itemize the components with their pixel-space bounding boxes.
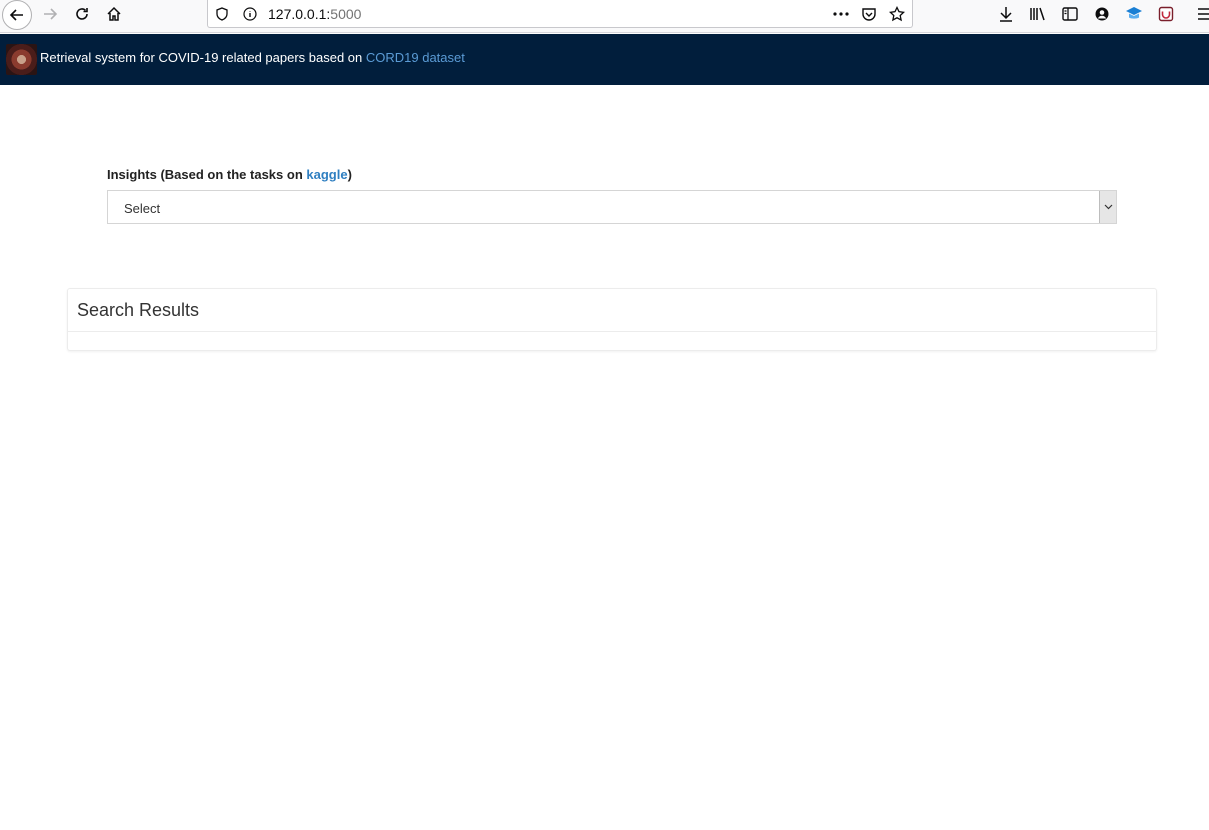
back-icon xyxy=(9,9,23,21)
app-header: Retrieval system for COVID-19 related pa… xyxy=(0,34,1209,85)
forward-button[interactable] xyxy=(36,0,64,28)
menu-icon[interactable] xyxy=(1194,4,1209,24)
divider xyxy=(68,331,1156,332)
sidebar-icon[interactable] xyxy=(1060,4,1080,24)
reload-button[interactable] xyxy=(68,0,96,28)
more-icon[interactable] xyxy=(833,6,849,22)
coronavirus-logo-icon xyxy=(6,44,37,75)
extension-icon[interactable] xyxy=(1124,4,1144,24)
url-port: 5000 xyxy=(330,6,362,22)
account-icon[interactable] xyxy=(1092,4,1112,24)
url-host: 127.0.0.1: xyxy=(268,6,331,22)
browser-toolbar: 127.0.0.1:5000 xyxy=(0,0,1209,33)
forward-icon xyxy=(44,8,58,20)
search-results-card: Search Results xyxy=(67,288,1157,351)
shield-icon[interactable] xyxy=(214,6,230,22)
insights-select[interactable]: Select xyxy=(107,190,1117,224)
home-icon xyxy=(107,6,121,21)
insights-label-text: Insights (Based on the tasks on xyxy=(107,167,307,182)
insights-label-suffix: ) xyxy=(347,167,352,182)
pocket-icon[interactable] xyxy=(861,6,877,22)
search-results-title: Search Results xyxy=(77,300,200,320)
url-bar[interactable]: 127.0.0.1:5000 xyxy=(207,0,913,28)
library-icon[interactable] xyxy=(1028,4,1048,24)
select-value: Select xyxy=(124,201,161,216)
url-text: 127.0.0.1:5000 xyxy=(268,6,361,22)
page-title: Retrieval system for COVID-19 related pa… xyxy=(40,50,465,65)
download-icon[interactable] xyxy=(996,4,1016,24)
kaggle-link[interactable]: kaggle xyxy=(306,167,347,182)
back-button[interactable] xyxy=(2,0,32,30)
cord19-dataset-link[interactable]: CORD19 dataset xyxy=(366,50,465,65)
chevron-down-icon[interactable] xyxy=(1099,191,1116,223)
addon-icon[interactable] xyxy=(1156,4,1176,24)
info-icon[interactable] xyxy=(242,6,258,22)
page-title-text: Retrieval system for COVID-19 related pa… xyxy=(40,50,366,65)
insights-label: Insights (Based on the tasks on kaggle) xyxy=(107,167,352,182)
reload-icon xyxy=(76,8,88,20)
home-button[interactable] xyxy=(100,0,128,28)
bookmark-star-icon[interactable] xyxy=(889,6,905,22)
